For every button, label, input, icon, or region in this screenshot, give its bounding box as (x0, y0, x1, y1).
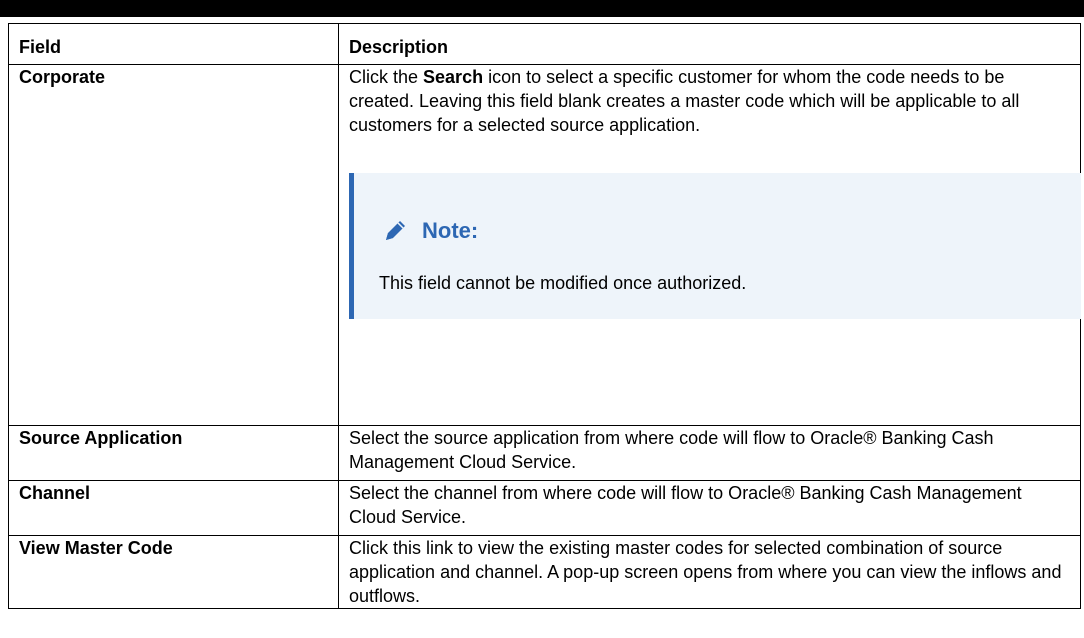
field-name: Channel (8, 480, 339, 536)
top-border-bar (0, 0, 1084, 17)
field-description: Select the source application from where… (338, 425, 1081, 481)
note-text: This field cannot be modified once autho… (379, 273, 747, 293)
table-row: Channel Select the channel from where co… (8, 480, 1081, 536)
field-description: Click the Search icon to select a specif… (338, 64, 1081, 426)
field-description: Select the channel from where code will … (338, 480, 1081, 536)
header-description: Description (338, 23, 1081, 65)
header-field: Field (8, 23, 339, 65)
table-row: Source Application Select the source app… (8, 425, 1081, 481)
pencil-icon (380, 216, 410, 246)
table-row: Corporate Click the Search icon to selec… (8, 64, 1081, 426)
field-description-table: Field Description Corporate Click the Se… (8, 23, 1081, 609)
desc-text: Click the (349, 67, 424, 87)
desc-bold-term: Search (423, 67, 484, 87)
note-header: Note: (380, 216, 478, 246)
table-row: View Master Code Click this link to view… (8, 535, 1081, 609)
field-description: Click this link to view the existing mas… (338, 535, 1081, 609)
table-header-row: Field Description (8, 23, 1081, 65)
field-name: Source Application (8, 425, 339, 481)
note-box: Note: This field cannot be modified once… (349, 173, 1081, 319)
field-name: Corporate (8, 64, 339, 426)
field-name: View Master Code (8, 535, 339, 609)
note-title: Note: (422, 218, 479, 243)
